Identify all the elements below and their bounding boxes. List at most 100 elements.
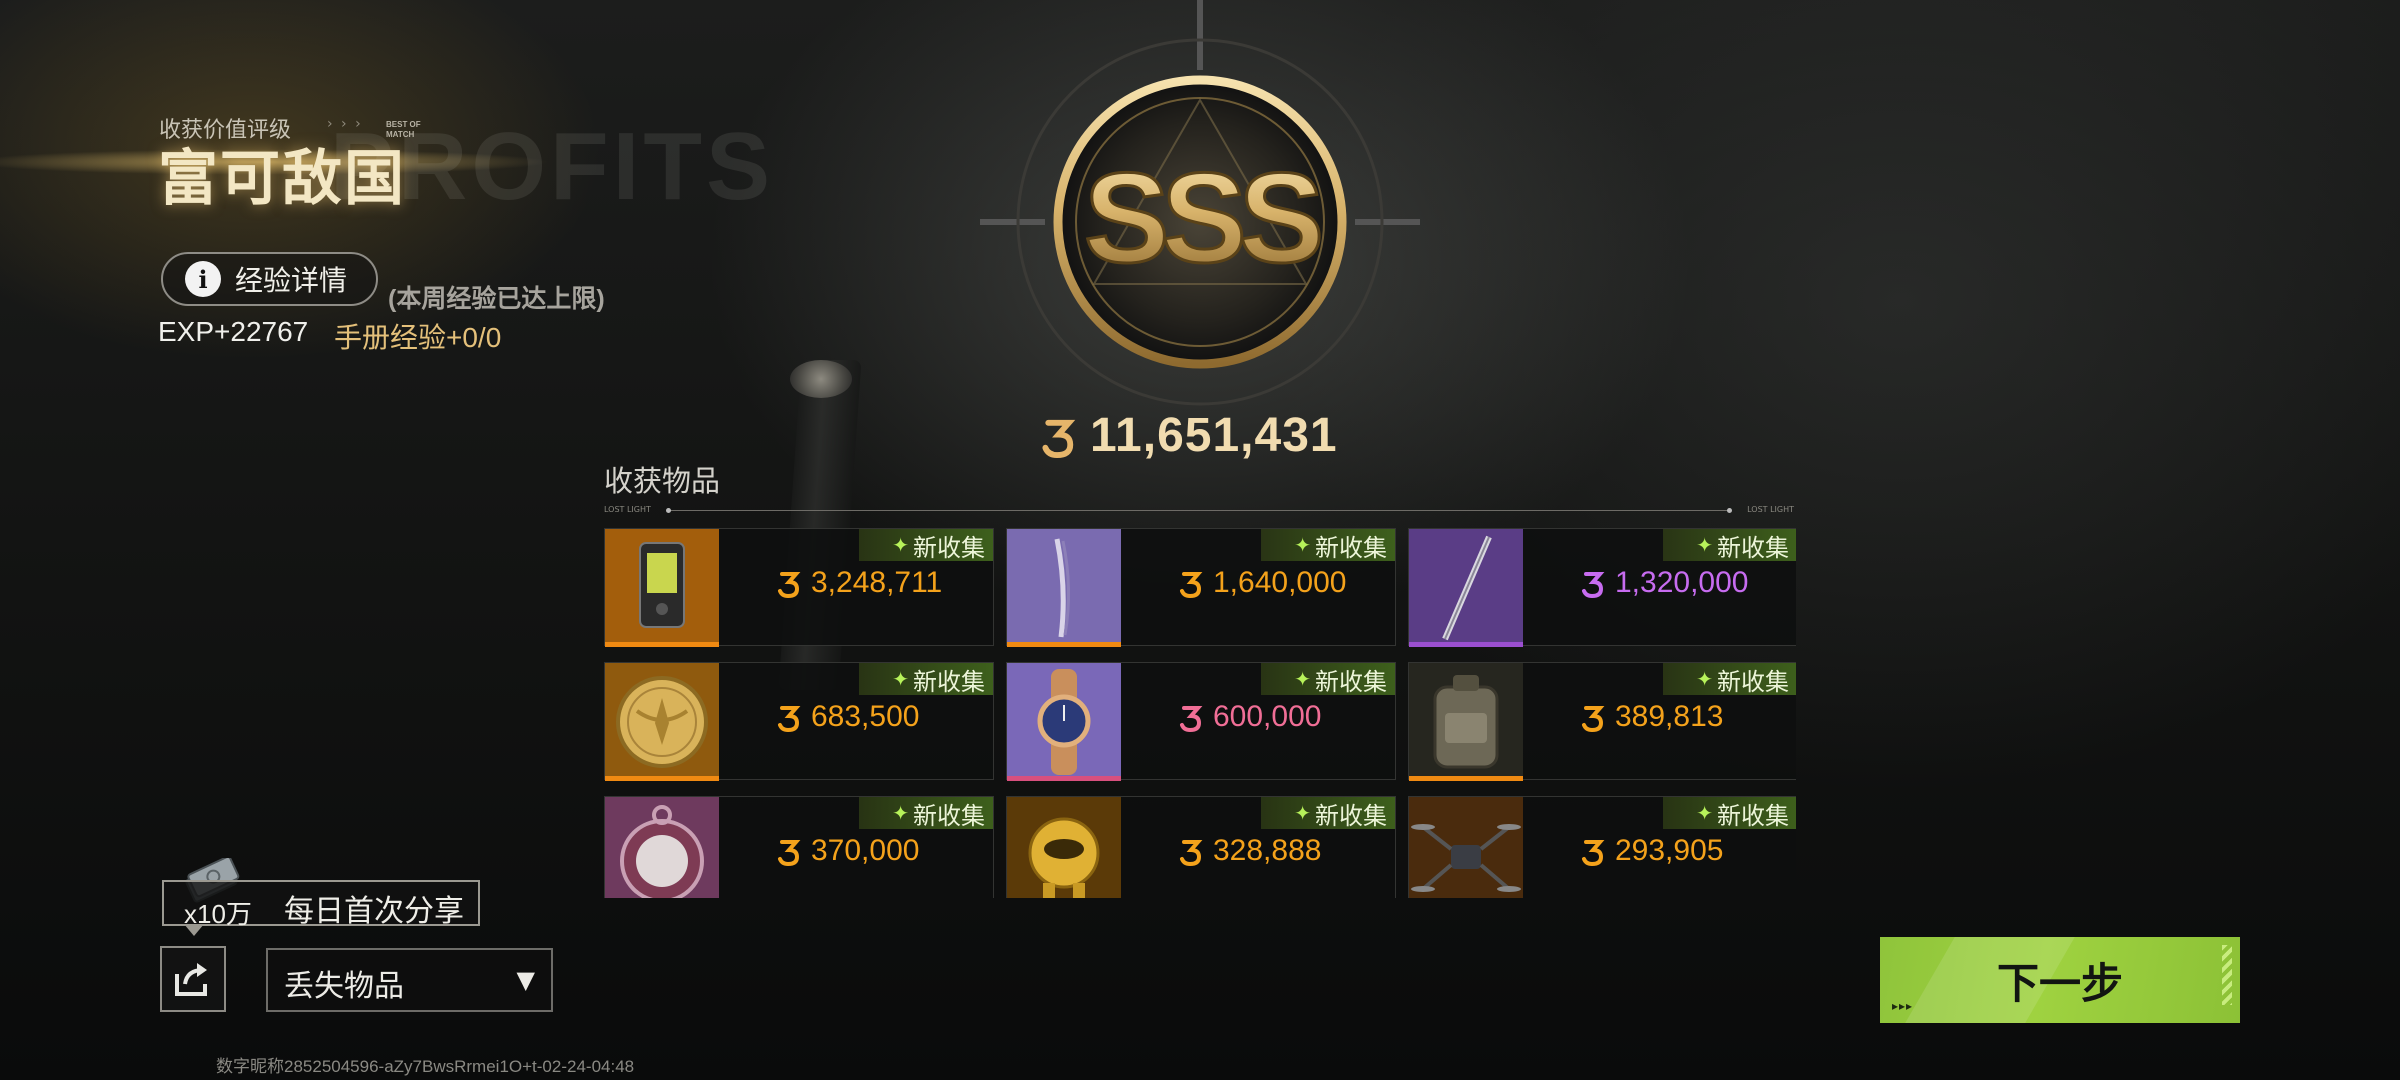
new-collected-label: 新收集	[1315, 534, 1387, 562]
new-collected-label: 新收集	[1315, 802, 1387, 830]
item-thumbnail	[1409, 529, 1523, 647]
lost-items-dropdown[interactable]: 丢失物品 ▼	[266, 948, 553, 1012]
currency-icon	[1582, 572, 1605, 598]
sparkle-icon: ✦	[1294, 801, 1311, 825]
backpack-icon	[1409, 663, 1523, 781]
item-thumbnail	[605, 797, 719, 898]
drone-icon	[1409, 797, 1523, 898]
gold-coin-icon	[605, 663, 719, 781]
new-collected-label: 新收集	[913, 802, 985, 830]
item-thumbnail	[1007, 797, 1121, 898]
collected-item-card[interactable]: ✦ 新收集 1,320,000	[1408, 528, 1796, 647]
sparkle-icon: ✦	[1696, 667, 1713, 691]
collection-title: 收获物品	[604, 466, 721, 498]
currency-icon	[778, 840, 801, 866]
collected-item-card[interactable]: ✦ 新收集 1,640,000	[1006, 528, 1396, 647]
sparkle-icon: ✦	[892, 533, 909, 557]
lost-items-label: 丢失物品	[284, 970, 404, 1003]
currency-icon	[778, 706, 801, 732]
exp-details-button[interactable]: i 经验详情	[161, 252, 378, 306]
collection-divider: LOST LIGHT LOST LIGHT	[604, 505, 1794, 514]
new-collected-badge: ✦ 新收集	[1261, 529, 1395, 562]
background-bullet-cap	[790, 360, 852, 398]
item-value-text: 3,248,711	[811, 566, 943, 599]
collected-item-card[interactable]: ✦ 新收集 328,888	[1006, 796, 1396, 898]
weekly-cap-note: (本周经验已达上限)	[388, 285, 605, 313]
item-value-text: 1,640,000	[1213, 566, 1347, 599]
new-collected-label: 新收集	[913, 534, 985, 562]
blade-icon	[1007, 529, 1121, 647]
pocket-watch-icon	[605, 797, 719, 898]
item-value: 1,640,000	[1179, 566, 1346, 600]
sparkle-icon: ✦	[1294, 667, 1311, 691]
player-id-footer: 数字昵称2852504596-aZy7BwsRrmei1O+t-02-24-04…	[216, 1057, 635, 1076]
rarity-bar	[1007, 642, 1121, 647]
rank-text: SSS	[1084, 147, 1320, 290]
collected-item-card[interactable]: ✦ 新收集 389,813	[1408, 662, 1796, 781]
item-value-text: 1,320,000	[1615, 566, 1749, 599]
share-icon	[175, 963, 207, 996]
gadget-icon	[605, 529, 719, 647]
daily-share-reward: x10万 每日首次分享	[162, 880, 480, 936]
new-collected-badge: ✦ 新收集	[1261, 797, 1395, 830]
item-value-text: 328,888	[1213, 834, 1322, 867]
share-reward-label: 每日首次分享	[284, 895, 464, 928]
item-thumbnail	[1409, 797, 1523, 898]
item-value-text: 389,813	[1615, 700, 1724, 733]
new-collected-badge: ✦ 新收集	[859, 663, 993, 696]
golden-robot-icon	[1007, 797, 1121, 898]
total-value: 11,651,431	[1040, 408, 1400, 463]
currency-icon	[1180, 840, 1203, 866]
item-value: 600,000	[1179, 700, 1321, 734]
item-value: 3,248,711	[777, 566, 942, 600]
currency-icon	[1180, 572, 1203, 598]
spear-icon	[1409, 529, 1523, 647]
currency-icon	[1582, 706, 1605, 732]
sparkle-icon: ✦	[892, 667, 909, 691]
sparkle-icon: ✦	[1294, 533, 1311, 557]
item-value: 389,813	[1581, 700, 1723, 734]
grade-emblem: SSS	[980, 0, 1420, 440]
exp-gain: EXP+22767	[158, 316, 309, 347]
new-collected-badge: ✦ 新收集	[859, 797, 993, 830]
item-thumbnail	[1007, 529, 1121, 647]
item-thumbnail	[605, 529, 719, 647]
item-thumbnail	[605, 663, 719, 781]
sparkle-icon: ✦	[1696, 801, 1713, 825]
next-step-button[interactable]: 下一步 ▸▸▸	[1880, 937, 2240, 1023]
rarity-bar	[605, 642, 719, 647]
new-collected-label: 新收集	[913, 668, 985, 696]
currency-icon	[1582, 840, 1605, 866]
item-value-text: 370,000	[811, 834, 920, 867]
new-collected-label: 新收集	[1717, 802, 1789, 830]
info-icon: i	[185, 261, 221, 297]
currency-icon	[1042, 419, 1076, 458]
dots-decoration: ▸▸▸	[1892, 999, 1914, 1013]
exp-details-label: 经验详情	[235, 265, 348, 296]
item-value-text: 293,905	[1615, 834, 1724, 867]
collected-item-card[interactable]: ✦ 新收集 3,248,711	[604, 528, 994, 647]
collected-item-card[interactable]: ✦ 新收集 293,905	[1408, 796, 1796, 898]
new-collected-label: 新收集	[1717, 668, 1789, 696]
watch-icon	[1007, 663, 1121, 781]
manual-exp: 手册经验+0/0	[334, 322, 502, 353]
item-value-text: 683,500	[811, 700, 920, 733]
sparkle-icon: ✦	[892, 801, 909, 825]
rating-title: 富可敌国	[158, 145, 406, 212]
triangle-down-icon: ▼	[516, 966, 535, 994]
currency-icon	[1180, 706, 1203, 732]
rarity-bar	[1409, 776, 1523, 781]
item-value: 1,320,000	[1581, 566, 1748, 600]
new-collected-badge: ✦ 新收集	[1663, 529, 1796, 562]
share-button[interactable]	[160, 946, 226, 1012]
item-thumbnail	[1007, 663, 1121, 781]
next-step-label: 下一步	[1996, 960, 2123, 1007]
new-collected-badge: ✦ 新收集	[1663, 797, 1796, 830]
collected-item-card[interactable]: ✦ 新收集 370,000	[604, 796, 994, 898]
new-collected-badge: ✦ 新收集	[1663, 663, 1796, 696]
collected-item-card[interactable]: ✦ 新收集 683,500	[604, 662, 994, 781]
item-value: 370,000	[777, 834, 919, 868]
collected-item-card[interactable]: ✦ 新收集 600,000	[1006, 662, 1396, 781]
new-collected-badge: ✦ 新收集	[859, 529, 993, 562]
rarity-bar	[605, 776, 719, 781]
